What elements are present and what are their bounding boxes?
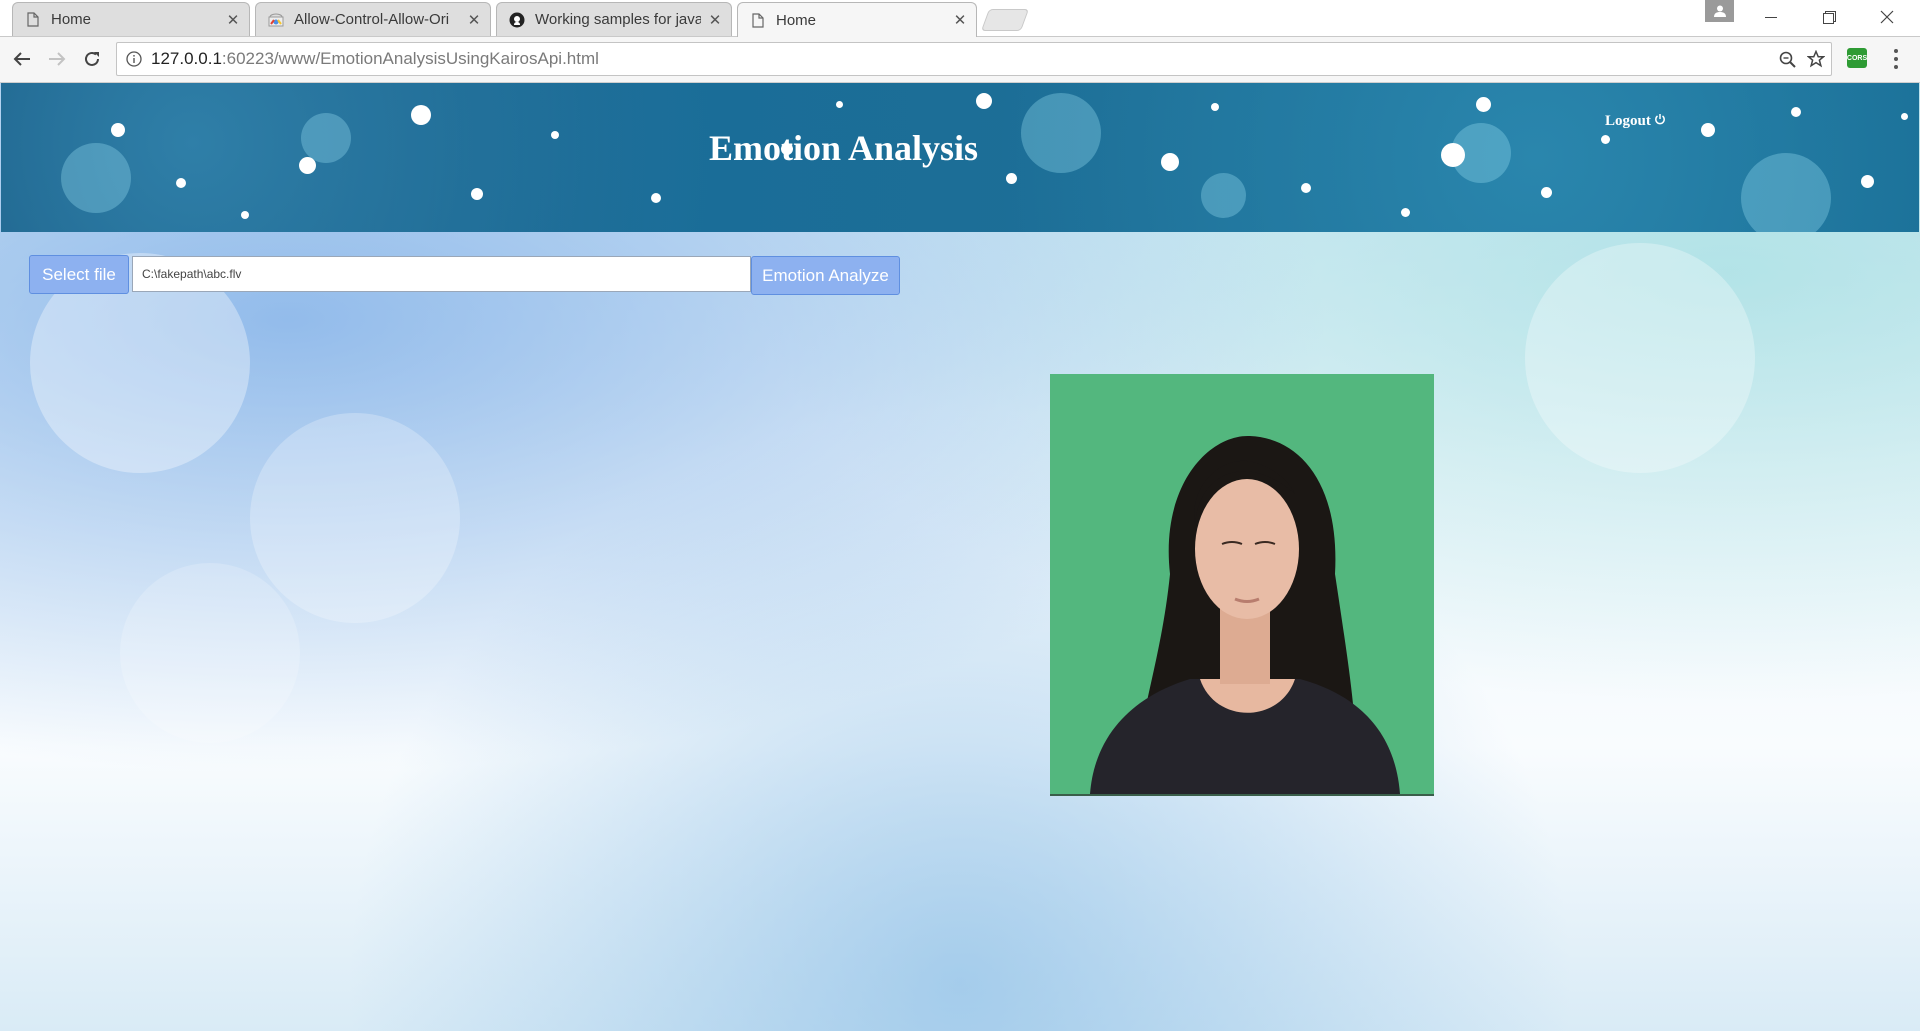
- chrome-webstore-icon: [268, 12, 284, 28]
- reload-icon[interactable]: [79, 46, 105, 72]
- browser-tab-strip: Home ✕ Allow-Control-Allow-Ori ✕ Working…: [0, 0, 1920, 37]
- power-icon: [1654, 113, 1666, 130]
- browser-menu-icon[interactable]: [1886, 47, 1906, 71]
- tab-allow-control[interactable]: Allow-Control-Allow-Ori ✕: [255, 2, 491, 36]
- close-window-icon[interactable]: [1864, 4, 1910, 30]
- tab-home-1[interactable]: Home ✕: [12, 2, 250, 36]
- tab-github[interactable]: Working samples for java ✕: [496, 2, 732, 36]
- github-icon: [509, 12, 525, 28]
- tab-title: Allow-Control-Allow-Ori: [294, 11, 450, 28]
- close-icon[interactable]: ✕: [225, 11, 241, 29]
- page-icon: [25, 12, 41, 28]
- tab-title: Home: [776, 11, 817, 29]
- zoom-icon[interactable]: [1773, 51, 1801, 68]
- page-title: Emotion Analysis: [708, 128, 979, 168]
- address-bar[interactable]: 127.0.0.1:60223/www/EmotionAnalysisUsing…: [116, 42, 1832, 76]
- url-path: :60223/www/EmotionAnalysisUsingKairosApi…: [221, 49, 599, 68]
- profile-icon[interactable]: [1705, 0, 1734, 22]
- browser-toolbar: 127.0.0.1:60223/www/EmotionAnalysisUsing…: [0, 37, 1920, 83]
- info-icon[interactable]: [117, 51, 151, 67]
- logout-label: Logout: [1605, 113, 1651, 129]
- minimize-icon[interactable]: [1748, 4, 1794, 30]
- close-icon[interactable]: ✕: [707, 11, 723, 29]
- person-video-frame: [1050, 374, 1434, 794]
- select-file-button[interactable]: Select file: [29, 255, 129, 294]
- tab-title: Working samples for java: [535, 11, 701, 28]
- restore-icon[interactable]: [1806, 4, 1852, 30]
- video-preview[interactable]: [1050, 374, 1434, 796]
- page-icon: [750, 12, 766, 28]
- header-banner: Emotion Analysis Logout: [1, 83, 1919, 232]
- cors-extension-icon[interactable]: CORS: [1847, 48, 1867, 68]
- close-icon[interactable]: ✕: [952, 11, 968, 29]
- bookmark-star-icon[interactable]: [1801, 50, 1831, 68]
- back-icon[interactable]: [9, 46, 35, 72]
- tab-home-active[interactable]: Home ✕: [737, 2, 977, 37]
- emotion-analyze-button[interactable]: Emotion Analyze: [751, 256, 900, 295]
- forward-icon[interactable]: [44, 46, 70, 72]
- file-path-input[interactable]: C:\fakepath\abc.flv: [132, 256, 751, 292]
- logout-link[interactable]: Logout: [1605, 113, 1666, 130]
- page-body: Emotion Analysis Logout Select file C:\f…: [0, 83, 1920, 1031]
- new-tab-button[interactable]: [980, 9, 1030, 31]
- url-host: 127.0.0.1: [151, 49, 222, 68]
- close-icon[interactable]: ✕: [466, 11, 482, 29]
- tab-title: Home: [51, 11, 92, 28]
